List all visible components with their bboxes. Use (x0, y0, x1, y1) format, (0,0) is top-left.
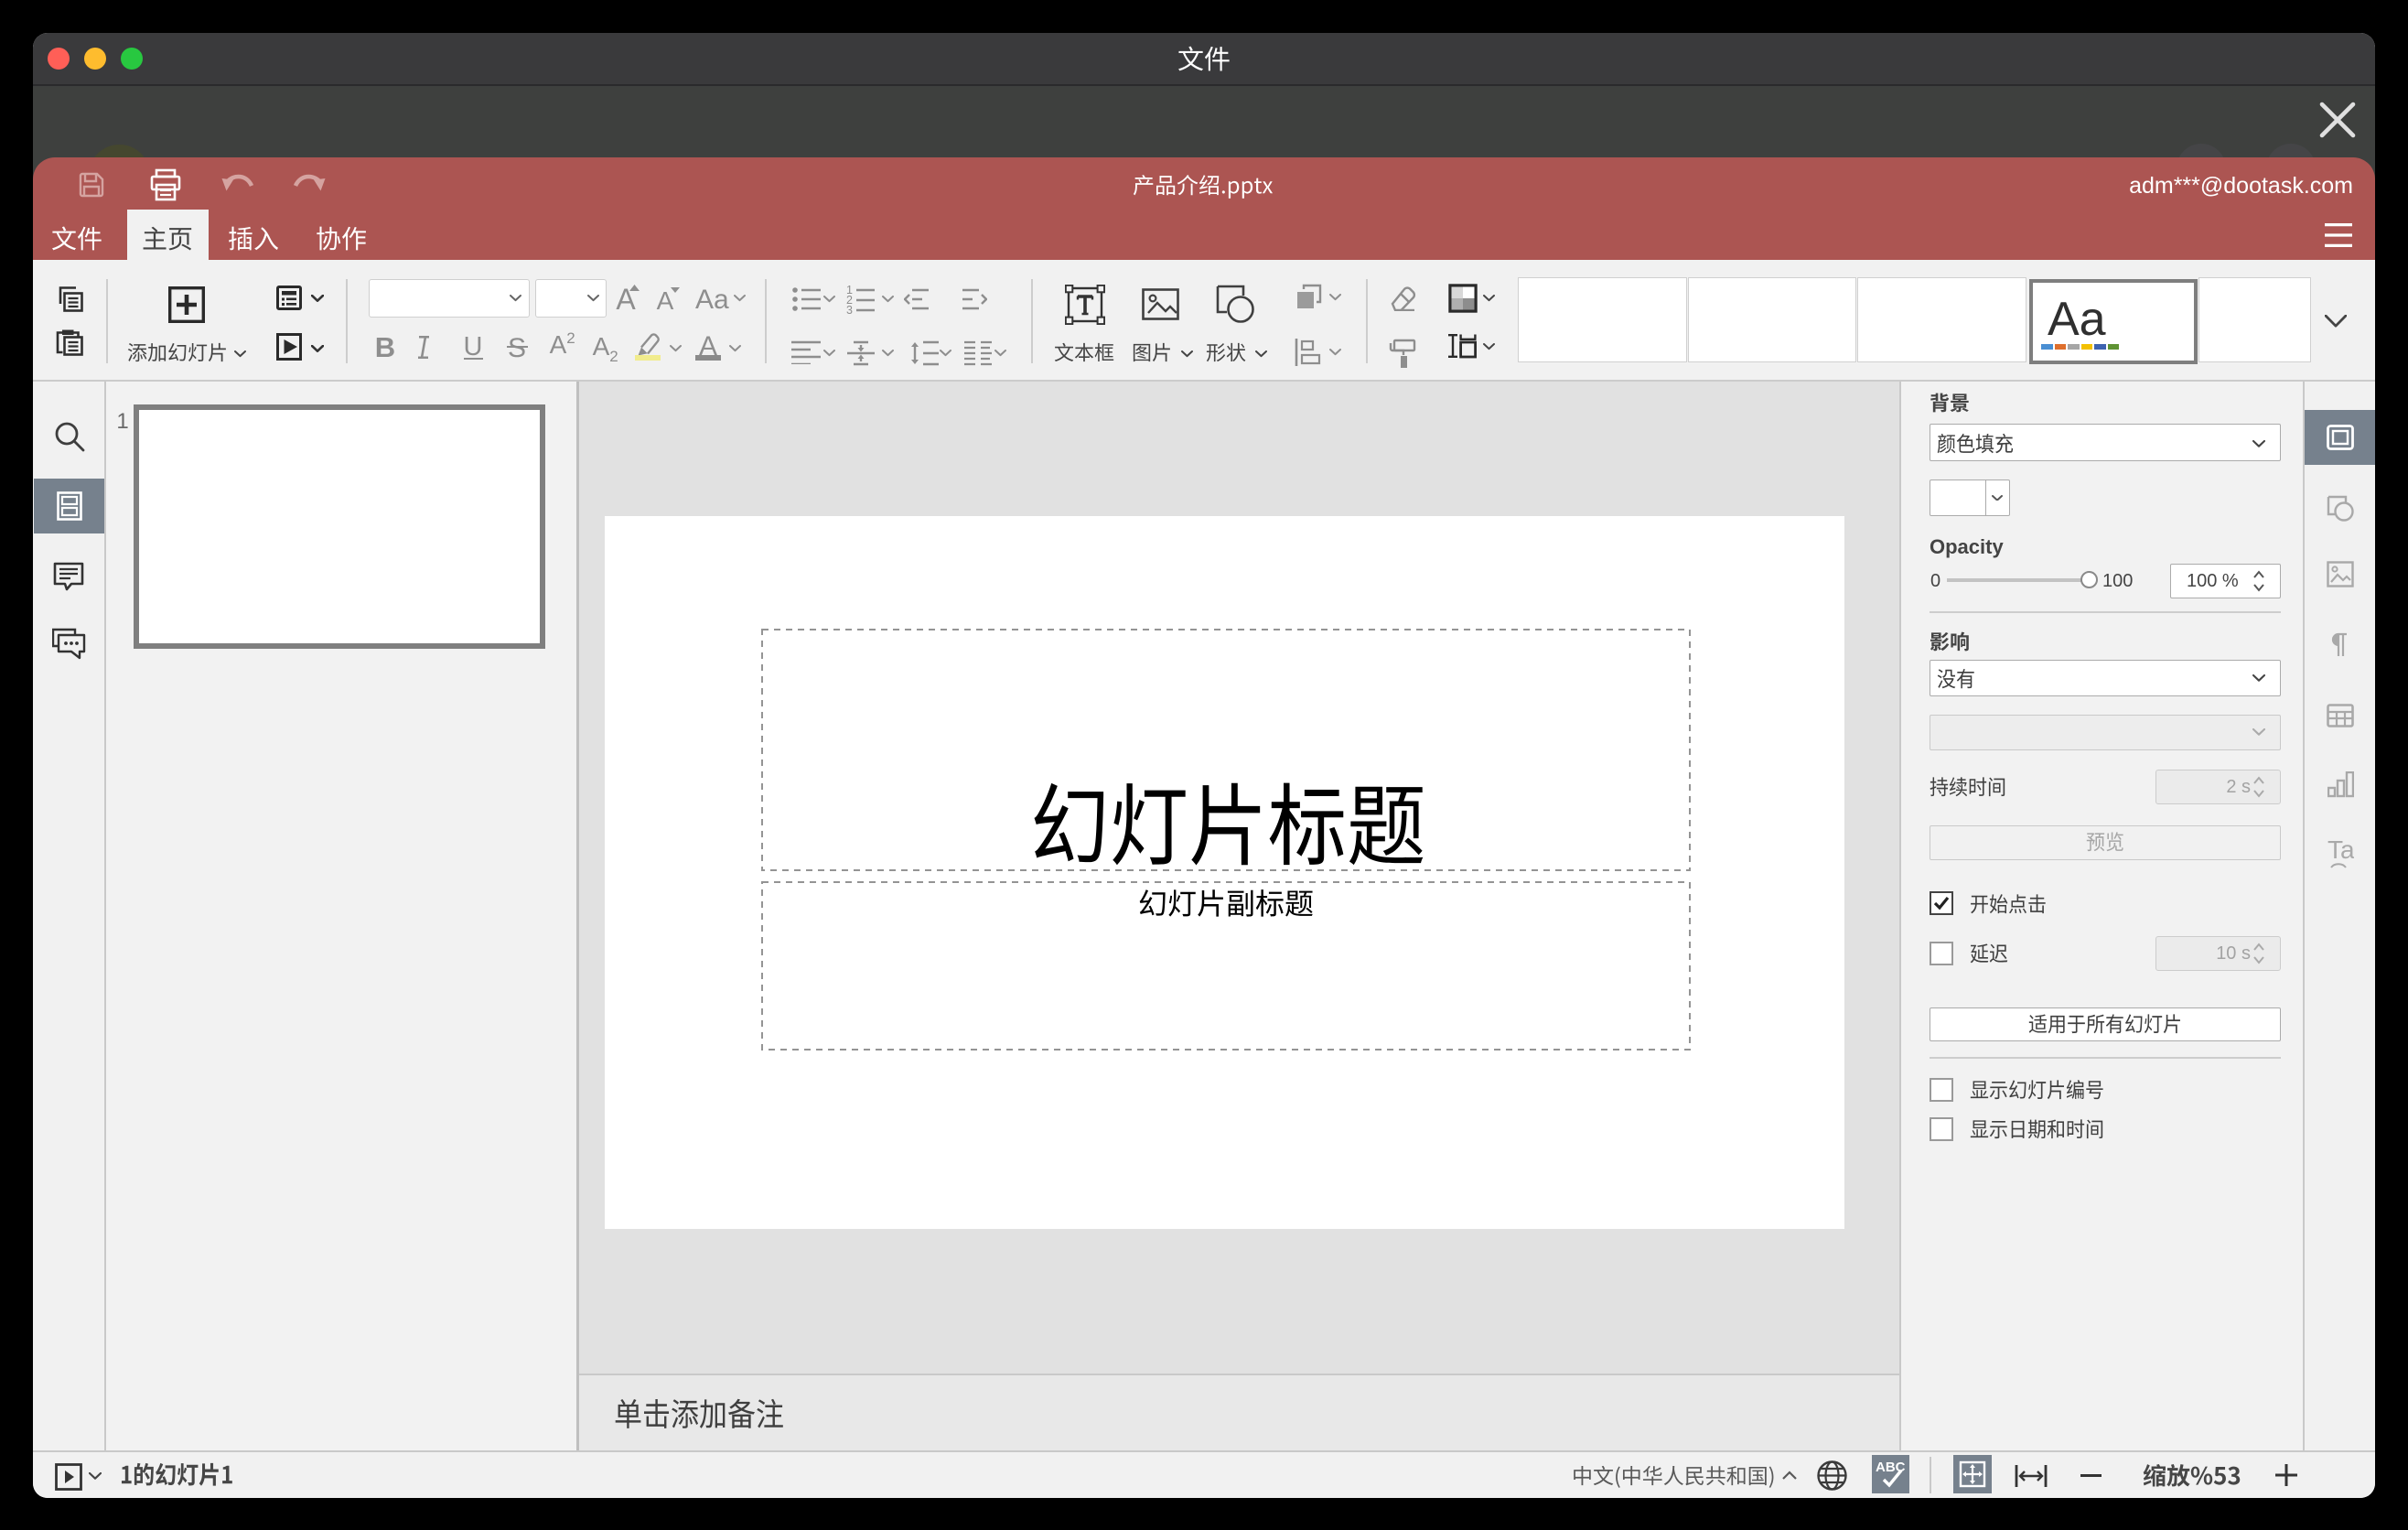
svg-text:3: 3 (846, 304, 853, 314)
svg-text:Ta: Ta (2327, 838, 2354, 864)
